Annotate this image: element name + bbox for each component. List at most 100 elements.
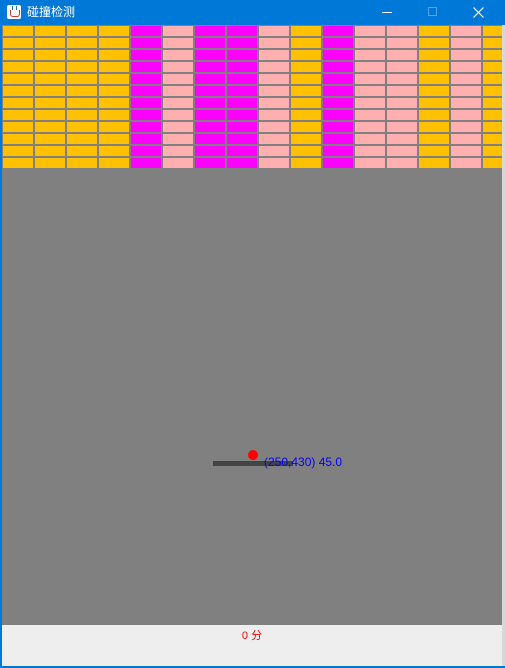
brick <box>290 85 322 97</box>
brick <box>386 25 418 37</box>
brick <box>418 49 450 61</box>
brick <box>354 25 386 37</box>
brick <box>34 133 66 145</box>
brick <box>66 109 98 121</box>
brick <box>418 145 450 157</box>
brick <box>194 25 226 37</box>
brick <box>34 37 66 49</box>
brick <box>322 97 354 109</box>
brick <box>482 133 502 145</box>
brick <box>482 61 502 73</box>
brick <box>322 145 354 157</box>
brick <box>354 49 386 61</box>
brick <box>450 85 482 97</box>
java-cup-icon <box>7 5 21 19</box>
brick <box>418 157 450 169</box>
brick <box>322 121 354 133</box>
ball-readout: (250,430) 45.0 <box>264 455 343 469</box>
brick <box>98 49 130 61</box>
brick <box>258 109 290 121</box>
brick <box>2 73 34 85</box>
brick <box>226 133 258 145</box>
brick <box>2 49 34 61</box>
brick <box>2 121 34 133</box>
brick <box>34 85 66 97</box>
brick <box>258 133 290 145</box>
brick <box>258 25 290 37</box>
brick <box>450 97 482 109</box>
brick <box>66 61 98 73</box>
brick <box>450 121 482 133</box>
brick <box>194 157 226 169</box>
brick <box>322 157 354 169</box>
brick <box>194 97 226 109</box>
brick <box>130 85 162 97</box>
brick <box>290 109 322 121</box>
brick <box>322 49 354 61</box>
brick <box>386 37 418 49</box>
brick <box>226 157 258 169</box>
score-label: 0 分 <box>241 630 263 642</box>
brick <box>98 97 130 109</box>
brick <box>98 121 130 133</box>
brick <box>130 73 162 85</box>
brick <box>226 49 258 61</box>
brick <box>162 109 194 121</box>
brick <box>482 121 502 133</box>
brick <box>354 37 386 49</box>
brick <box>418 73 450 85</box>
brick <box>258 37 290 49</box>
brick <box>418 109 450 121</box>
brick <box>226 73 258 85</box>
brick <box>258 49 290 61</box>
brick <box>322 85 354 97</box>
brick <box>226 97 258 109</box>
brick <box>290 121 322 133</box>
brick <box>194 73 226 85</box>
brick <box>162 85 194 97</box>
brick <box>130 157 162 169</box>
brick <box>130 25 162 37</box>
close-button[interactable] <box>456 0 502 25</box>
brick <box>450 25 482 37</box>
brick <box>34 25 66 37</box>
brick <box>450 157 482 169</box>
brick <box>386 157 418 169</box>
brick <box>450 61 482 73</box>
brick <box>194 85 226 97</box>
brick <box>290 133 322 145</box>
maximize-button[interactable] <box>410 0 456 25</box>
brick <box>34 121 66 133</box>
minimize-button[interactable] <box>364 0 410 25</box>
brick <box>482 49 502 61</box>
brick <box>226 61 258 73</box>
brick <box>322 109 354 121</box>
brick <box>290 25 322 37</box>
title-bar[interactable]: 碰撞检测 <box>0 0 505 25</box>
brick <box>98 61 130 73</box>
brick <box>354 73 386 85</box>
brick <box>386 133 418 145</box>
game-canvas[interactable]: (250,430) 45.0 <box>2 25 502 625</box>
brick <box>66 145 98 157</box>
brick <box>418 37 450 49</box>
brick <box>162 157 194 169</box>
brick <box>354 61 386 73</box>
brick <box>290 49 322 61</box>
brick <box>194 37 226 49</box>
brick <box>34 73 66 85</box>
brick <box>194 49 226 61</box>
brick <box>482 73 502 85</box>
brick <box>482 85 502 97</box>
brick <box>162 133 194 145</box>
brick <box>2 109 34 121</box>
brick <box>354 85 386 97</box>
brick <box>98 145 130 157</box>
brick <box>322 133 354 145</box>
brick <box>162 97 194 109</box>
brick <box>226 109 258 121</box>
brick <box>354 97 386 109</box>
brick <box>482 37 502 49</box>
brick <box>418 133 450 145</box>
brick <box>162 73 194 85</box>
